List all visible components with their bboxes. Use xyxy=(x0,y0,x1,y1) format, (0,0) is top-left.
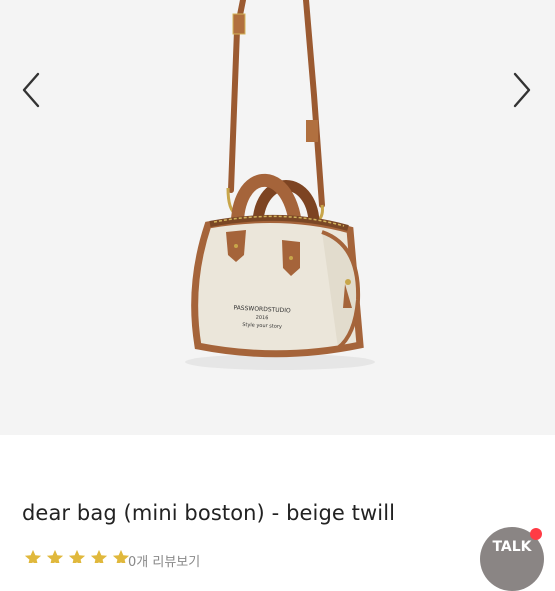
product-image-gallery[interactable]: PASSWORDSTUDIO 2016 Style your story xyxy=(0,0,555,435)
bag-print-line-2: 2016 xyxy=(256,315,269,322)
star-icon xyxy=(68,549,86,563)
product-title: dear bag (mini boston) - beige twill xyxy=(22,501,396,525)
star-rating[interactable] xyxy=(24,549,130,563)
previous-image-button[interactable] xyxy=(14,68,54,112)
star-icon xyxy=(90,549,108,563)
product-info: dear bag (mini boston) - beige twill 0개 … xyxy=(0,435,555,570)
product-image: PASSWORDSTUDIO 2016 Style your story xyxy=(185,0,375,370)
chevron-left-icon xyxy=(22,72,40,108)
notification-dot-icon xyxy=(530,528,542,540)
chevron-right-icon xyxy=(513,72,531,108)
talk-label: TALK xyxy=(492,539,532,555)
star-icon xyxy=(24,549,42,563)
next-image-button[interactable] xyxy=(504,68,544,112)
star-icon xyxy=(46,549,64,563)
review-count-link[interactable]: 0개 리뷰보기 xyxy=(128,551,200,570)
